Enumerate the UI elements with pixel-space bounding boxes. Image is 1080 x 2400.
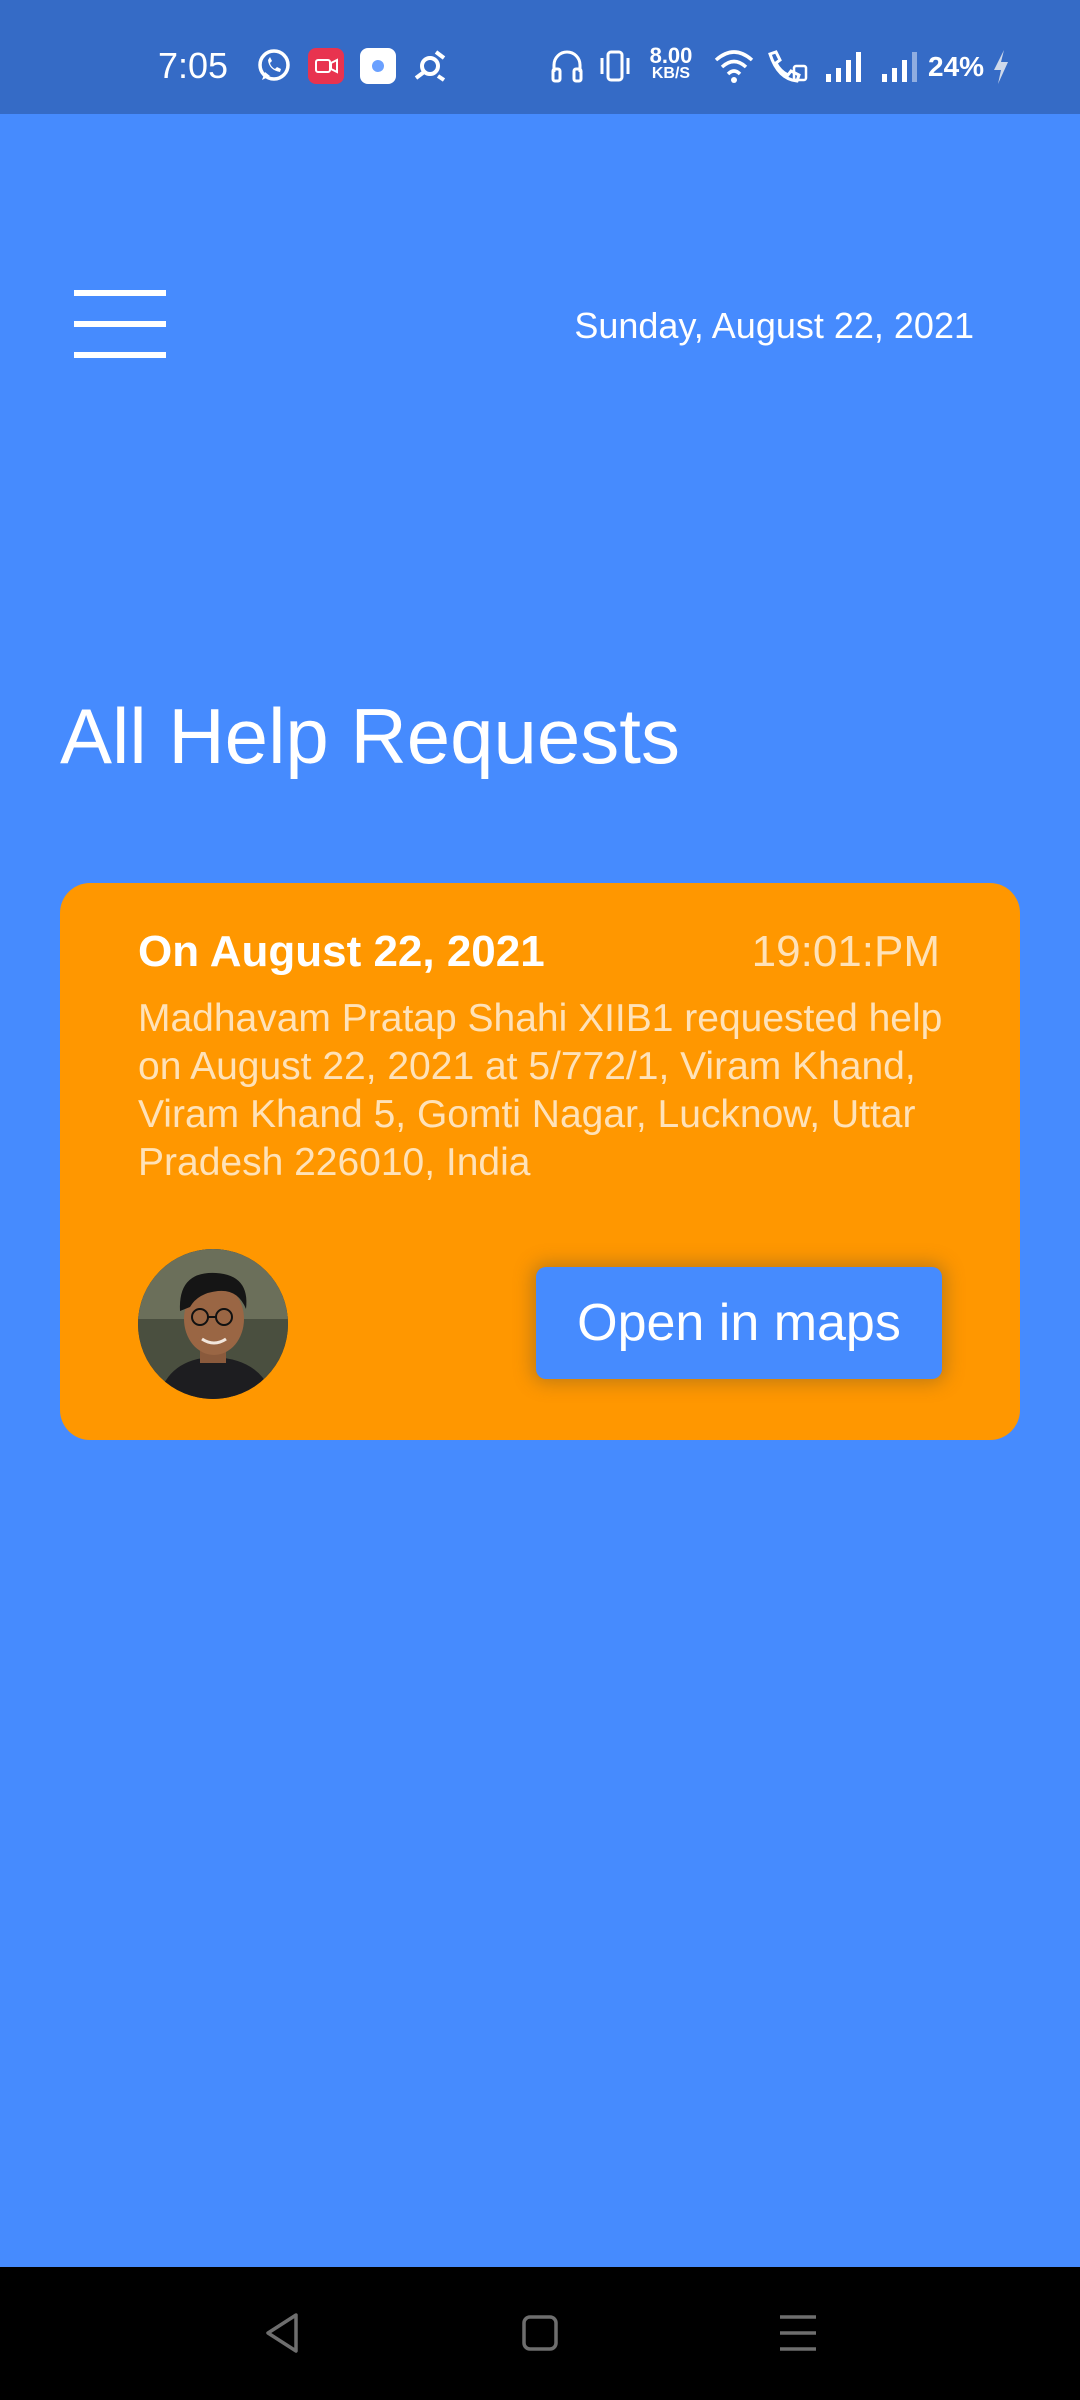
avatar [138, 1249, 288, 1399]
home-icon[interactable] [520, 2309, 560, 2362]
navigation-bar [0, 2267, 1080, 2400]
signal-icon-2 [880, 48, 920, 89]
menu-line [74, 321, 166, 327]
request-date: On August 22, 2021 [138, 927, 545, 976]
recents-icon[interactable] [778, 2309, 818, 2362]
headset-icon [550, 48, 584, 89]
battery-level: 24% [928, 51, 985, 82]
help-request-card: On August 22, 2021 19:01:PM Madhavam Pra… [60, 883, 1020, 1440]
network-speed-unit: KB/S [651, 65, 691, 82]
page-title: All Help Requests [60, 692, 680, 780]
whatsapp-icon [256, 48, 292, 89]
network-speed: 8.00 KB/S [643, 45, 699, 82]
app-icon [360, 48, 396, 89]
wifi-icon [713, 48, 755, 89]
status-time: 7:05 [158, 45, 229, 86]
status-bar: 7:05 8.00 KB/S 24% [0, 0, 1080, 114]
wifi-calling-icon [766, 48, 808, 89]
charging-icon [990, 48, 1012, 91]
menu-line [74, 352, 166, 358]
menu-line [74, 290, 166, 296]
notification-icon [412, 48, 448, 89]
request-time: 19:01:PM [751, 927, 940, 976]
request-description: Madhavam Pratap Shahi XIIB1 requested he… [138, 997, 943, 1184]
back-icon[interactable] [262, 2309, 302, 2362]
open-in-maps-button[interactable]: Open in maps [536, 1267, 942, 1379]
screen-record-icon [308, 48, 344, 89]
signal-icon [824, 48, 864, 89]
hamburger-menu-icon[interactable] [74, 288, 166, 360]
vibrate-icon [598, 48, 632, 89]
header-date: Sunday, August 22, 2021 [574, 305, 974, 346]
